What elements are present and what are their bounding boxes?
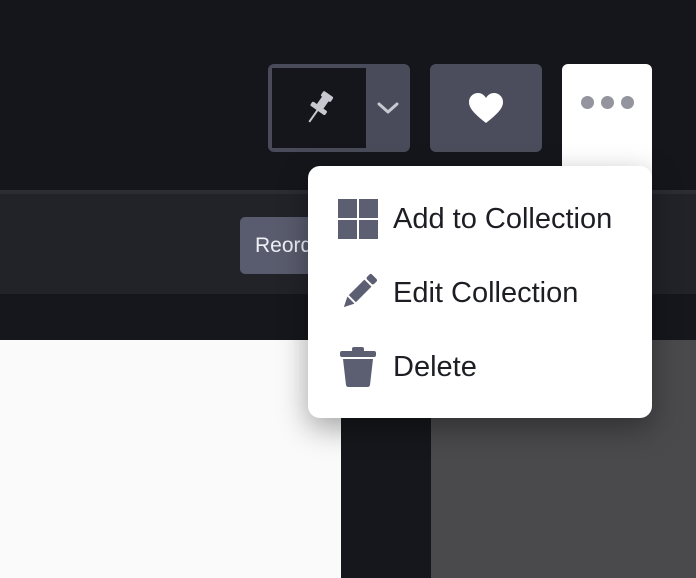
menu-item-label: Delete xyxy=(393,350,477,383)
more-options-menu: Add to Collection Edit Collection Delete xyxy=(308,166,652,418)
pencil-icon xyxy=(336,271,380,315)
pin-split-button xyxy=(268,64,410,152)
menu-item-add-to-collection[interactable]: Add to Collection xyxy=(308,182,652,256)
grid-icon xyxy=(336,197,380,241)
menu-item-label: Add to Collection xyxy=(393,202,613,235)
menu-item-delete[interactable]: Delete xyxy=(308,330,652,404)
menu-item-edit-collection[interactable]: Edit Collection xyxy=(308,256,652,330)
menu-item-label: Edit Collection xyxy=(393,276,579,309)
pushpin-icon xyxy=(308,91,334,123)
pin-button[interactable] xyxy=(272,68,366,148)
trash-icon xyxy=(336,345,380,389)
favorite-button[interactable] xyxy=(430,64,542,152)
heart-icon xyxy=(469,93,503,123)
content-panel-white xyxy=(0,340,341,578)
pin-dropdown-toggle[interactable] xyxy=(368,68,408,148)
chevron-down-icon xyxy=(377,102,399,114)
